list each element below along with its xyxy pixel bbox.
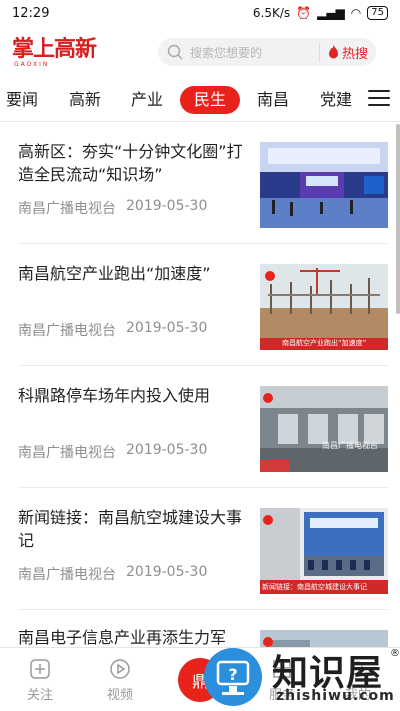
thumbnail-caption: 南昌航空产业跑出“加速度” [282,339,367,347]
svg-text:?: ? [228,665,237,684]
wifi-icon: ◠ [350,6,362,20]
watermark-logo: ? [204,648,262,706]
news-title[interactable]: 新闻链接：南昌航空城建设大事记 [18,506,250,552]
tab-strip: 要闻 高新 产业 民生 南昌 党建 [0,78,362,120]
tab-chanye[interactable]: 产业 [117,86,177,114]
news-date: 2019-05-30 [126,564,208,580]
signal-icon: ▂▄▆ [317,6,345,20]
news-list: 高新区：夯实“十分钟文化圈”打造全民流动“知识场” 南昌广播电视台 2019-0… [0,122,400,647]
news-item[interactable]: 新闻链接：南昌航空城建设大事记 南昌广播电视台 2019-05-30 新闻链接：… [18,488,388,610]
news-date: 2019-05-30 [126,320,208,336]
status-time: 12:29 [12,5,50,21]
thumbnail-caption: 南昌广播电视台 [322,441,378,450]
tab-minsheng[interactable]: 民生 [180,86,240,114]
search-placeholder: 搜索您想要的 [190,45,263,60]
news-item[interactable]: 科鼎路停车场年内投入使用 南昌广播电视台 2019-05-30 南昌广播电视台 [18,366,388,488]
nav-follow-label: 关注 [26,688,53,703]
scrollbar[interactable] [396,124,400,314]
news-thumbnail[interactable]: 南昌广播电视台 [260,386,388,472]
search-box[interactable]: 搜索您想要的 热搜 [158,38,376,66]
logo-subtext: GAOXIN [14,60,50,68]
news-meta: 南昌广播电视台 2019-05-30 [18,198,207,218]
status-bar: 12:29 6.5K/s ⏰ ▂▄▆ ◠ 75 [0,0,400,26]
menu-icon[interactable] [368,86,390,110]
news-source: 南昌广播电视台 [18,445,116,461]
news-date: 2019-05-30 [126,442,208,458]
news-title[interactable]: 高新区：夯实“十分钟文化圈”打造全民流动“知识场” [18,140,250,186]
battery-icon: 75 [367,6,388,20]
news-thumbnail[interactable]: 新闻链接：南昌航空城建设大事记 [260,508,388,594]
news-thumbnail[interactable] [260,142,388,228]
flame-icon [328,45,338,59]
news-meta: 南昌广播电视台 2019-05-30 [18,564,207,584]
play-icon [110,659,130,679]
logo-text: 掌上高新 [12,35,97,62]
tab-nanchang[interactable]: 南昌 [243,86,303,114]
news-title[interactable]: 南昌航空产业跑出“加速度” [18,262,250,285]
watermark-url: zhishiwu.com [276,688,395,704]
tab-dangjian[interactable]: 党建 [306,86,362,114]
news-thumbnail[interactable]: 南昌航空产业跑出“加速度” [260,264,388,350]
nav-video[interactable]: 视频 [90,658,150,703]
search-icon [166,43,184,61]
tab-gaoxin[interactable]: 高新 [55,86,115,114]
news-source: 南昌广播电视台 [18,201,116,217]
news-item[interactable]: 高新区：夯实“十分钟文化圈”打造全民流动“知识场” 南昌广播电视台 2019-0… [18,122,388,244]
app-header: 掌上高新 GAOXIN 搜索您想要的 热搜 [0,26,400,78]
thumbnail-caption: 新闻链接：南昌航空城建设大事记 [262,583,367,591]
news-meta: 南昌广播电视台 2019-05-30 [18,320,207,340]
nav-video-label: 视频 [106,688,133,703]
news-source: 南昌广播电视台 [18,323,116,339]
alarm-icon: ⏰ [296,6,312,20]
watermark: ? 知识屋 ® zhishiwu.com [204,640,400,711]
watermark-reg: ® [390,648,400,659]
tab-yaowen[interactable]: 要闻 [0,86,52,114]
hot-search-button[interactable]: 热搜 [318,42,368,62]
hot-search-label: 热搜 [341,46,368,62]
channel-tabs: 要闻 高新 产业 民生 南昌 党建 [0,78,400,120]
follow-icon [30,659,50,679]
news-meta: 南昌广播电视台 2019-05-30 [18,442,207,462]
app-logo: 掌上高新 GAOXIN [12,37,112,68]
news-title[interactable]: 科鼎路停车场年内投入使用 [18,384,250,407]
net-speed: 6.5K/s [252,6,291,20]
news-date: 2019-05-30 [126,198,208,214]
nav-follow[interactable]: 关注 [10,658,70,703]
news-source: 南昌广播电视台 [18,567,116,583]
news-item[interactable]: 南昌航空产业跑出“加速度” 南昌广播电视台 2019-05-30 南昌航空产业跑… [18,244,388,366]
status-right: 6.5K/s ⏰ ▂▄▆ ◠ 75 [253,6,388,20]
